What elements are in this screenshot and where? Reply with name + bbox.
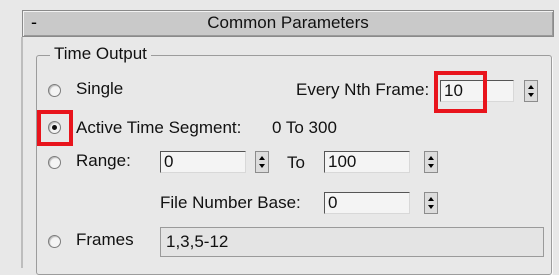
range-label: Range: [76,151,131,170]
active-time-segment-value: 0 To 300 [272,118,337,137]
every-nth-frame-spinner[interactable] [524,80,538,102]
spinner-up-arrow-icon [259,156,265,160]
single-label: Single [76,79,124,98]
file-number-base-label: File Number Base: [160,193,301,212]
active-time-segment-highlight [37,110,73,146]
range-end-input[interactable]: 100 [324,151,410,173]
single-radio-icon[interactable] [48,84,61,97]
panel-left-edge [21,37,23,268]
file-number-base-input[interactable]: 0 [324,192,410,214]
spinner-down-arrow-icon [259,164,265,168]
every-nth-frame-highlight [434,71,487,113]
rollout-title: Common Parameters [207,13,369,32]
file-number-base-spinner[interactable] [424,192,438,214]
range-start-input[interactable]: 0 [160,151,246,173]
spinner-down-arrow-icon [428,205,434,209]
frames-radio-icon[interactable] [48,235,61,248]
active-time-segment-label: Active Time Segment: [76,118,242,137]
spinner-up-arrow-icon [528,85,534,89]
frames-input[interactable]: 1,3,5-12 [160,227,544,257]
range-radio-icon[interactable] [48,156,61,169]
range-to-label: To [287,153,305,172]
range-start-spinner[interactable] [255,151,269,173]
rollout-header[interactable]: - Common Parameters [22,10,554,37]
spinner-up-arrow-icon [428,156,434,160]
range-end-spinner[interactable] [424,151,438,173]
every-nth-frame-label: Every Nth Frame: [296,80,430,99]
spinner-up-arrow-icon [428,197,434,201]
time-output-label: Time Output [50,44,151,64]
spinner-down-arrow-icon [428,164,434,168]
frames-label: Frames [76,230,134,249]
spinner-down-arrow-icon [528,93,534,97]
